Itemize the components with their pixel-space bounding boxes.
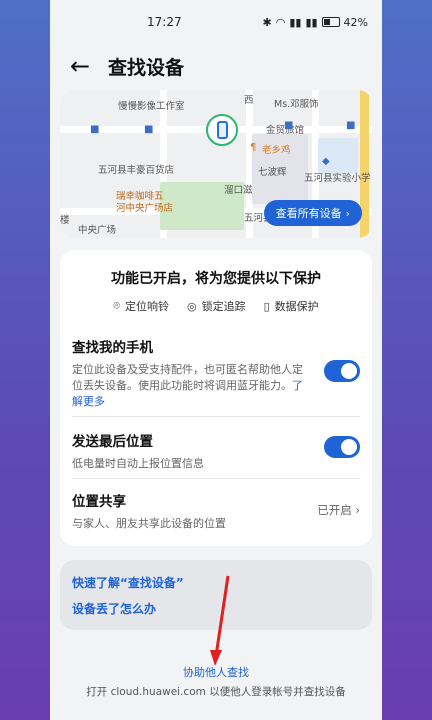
phone-screen: 17:27 ✱ ◠ ▮▮ ▮▮ 42% ← 查找设备 慢慢影像工作室 西 Ms.… [50, 0, 382, 720]
map-label: 五河县实验小学 [304, 173, 371, 184]
view-all-devices-button[interactable]: 查看所有设备 › [263, 200, 362, 226]
location-share-value: 已开启 [317, 503, 352, 517]
footer-note: 打开 cloud.huawei.com 以便他人登录帐号并查找设备 [86, 686, 346, 698]
protection-title: 功能已开启，将为您提供以下保护 [111, 271, 321, 287]
back-arrow-icon[interactable]: ← [70, 54, 104, 78]
wifi-icon: ◠ [275, 15, 286, 29]
map-label: 七波辉 [258, 167, 287, 178]
map-label: 五河县丰豪百货店 [98, 165, 175, 176]
bus-stop-icon: ■ [284, 120, 294, 131]
find-my-phone-desc: 定位此设备及受支持配件，也可匿名帮助他人定位丢失设备。使用此功能时将调用蓝牙能力… [72, 362, 308, 410]
help-links-card: 快速了解“查找设备” 设备丢了怎么办 [60, 560, 372, 630]
help-others-find-link[interactable]: 协助他人查找 [50, 664, 382, 680]
status-icons: ✱ ◠ ▮▮ ▮▮ 42% [263, 16, 369, 29]
map-label: 老乡鸡 [262, 145, 291, 156]
find-my-phone-title: 查找我的手机 [72, 340, 153, 356]
data-shield-icon: ▯ [263, 299, 270, 313]
bus-stop-icon: ■ [346, 120, 356, 131]
find-my-phone-toggle[interactable] [324, 360, 360, 382]
divider [72, 478, 360, 479]
map-label: Ms.邓服饰 [274, 99, 319, 110]
bus-stop-icon: ■ [90, 124, 100, 135]
map-label: 慢慢影像工作室 [118, 101, 185, 112]
feature-label: 定位响铃 [124, 300, 169, 313]
find-my-phone-desc-text: 定位此设备及受支持配件，也可匿名帮助他人定位丢失设备。使用此功能时将调用蓝牙能力… [72, 363, 303, 392]
send-last-location-title: 发送最后位置 [72, 434, 153, 450]
map-label: 溜口滋 [224, 185, 253, 196]
map-label: 西 [244, 95, 254, 106]
send-last-location-toggle[interactable] [324, 436, 360, 458]
find-my-phone-row[interactable]: 查找我的手机 定位此设备及受支持配件，也可匿名帮助他人定位丢失设备。使用此功能时… [72, 336, 360, 410]
protection-features: ⌾ 定位响铃 ◎ 锁定追踪 ▯ 数据保护 [60, 298, 372, 314]
feature-lock-track: ◎ 锁定追踪 [187, 298, 246, 314]
map-label: 河中央广场店 [116, 203, 174, 214]
location-share-desc: 与家人、朋友共享此设备的位置 [72, 517, 226, 530]
device-map[interactable]: 慢慢影像工作室 西 Ms.邓服饰 金贸旅馆 老乡鸡 五河县丰豪百货店 七波辉 五… [60, 90, 372, 238]
status-time: 17:27 [147, 15, 182, 29]
signal-icon-2: ▮▮ [305, 15, 318, 29]
view-all-devices-label: 查看所有设备 [275, 207, 342, 220]
chevron-right-icon: › [345, 206, 350, 220]
protection-card: 功能已开启，将为您提供以下保护 ⌾ 定位响铃 ◎ 锁定追踪 ▯ 数据保护 查找我… [60, 250, 372, 546]
battery-icon [321, 17, 340, 27]
send-last-location-desc: 低电量时自动上报位置信息 [72, 457, 204, 470]
feature-locate-ring: ⌾ 定位响铃 [113, 298, 169, 314]
feature-label: 数据保护 [274, 300, 319, 313]
feature-data-protect: ▯ 数据保护 [264, 298, 319, 314]
device-location-pin[interactable] [206, 114, 238, 146]
divider [72, 416, 360, 417]
school-icon: ◆ [322, 156, 330, 167]
device-lost-link[interactable]: 设备丢了怎么办 [72, 600, 156, 617]
restaurant-icon: ¶ [250, 142, 257, 153]
learn-find-device-link[interactable]: 快速了解“查找设备” [72, 574, 184, 591]
location-share-status[interactable]: 已开启 › [317, 502, 360, 518]
lock-track-icon: ◎ [186, 299, 197, 313]
page-header: ← 查找设备 [50, 44, 382, 88]
feature-label: 锁定追踪 [201, 300, 246, 313]
battery-percent: 42% [343, 15, 368, 29]
chevron-right-icon: › [355, 503, 360, 517]
send-last-location-row[interactable]: 发送最后位置 低电量时自动上报位置信息 [72, 430, 360, 472]
location-pin-icon: ⌾ [113, 299, 120, 312]
page-title: 查找设备 [108, 56, 185, 79]
bus-stop-icon: ■ [144, 124, 154, 135]
signal-icon: ▮▮ [289, 15, 302, 29]
map-label: 楼 [60, 215, 70, 226]
status-bar: 17:27 ✱ ◠ ▮▮ ▮▮ 42% [50, 0, 382, 44]
bluetooth-icon: ✱ [262, 15, 272, 29]
map-label: 中央广场 [78, 225, 117, 236]
phone-icon [216, 121, 228, 139]
